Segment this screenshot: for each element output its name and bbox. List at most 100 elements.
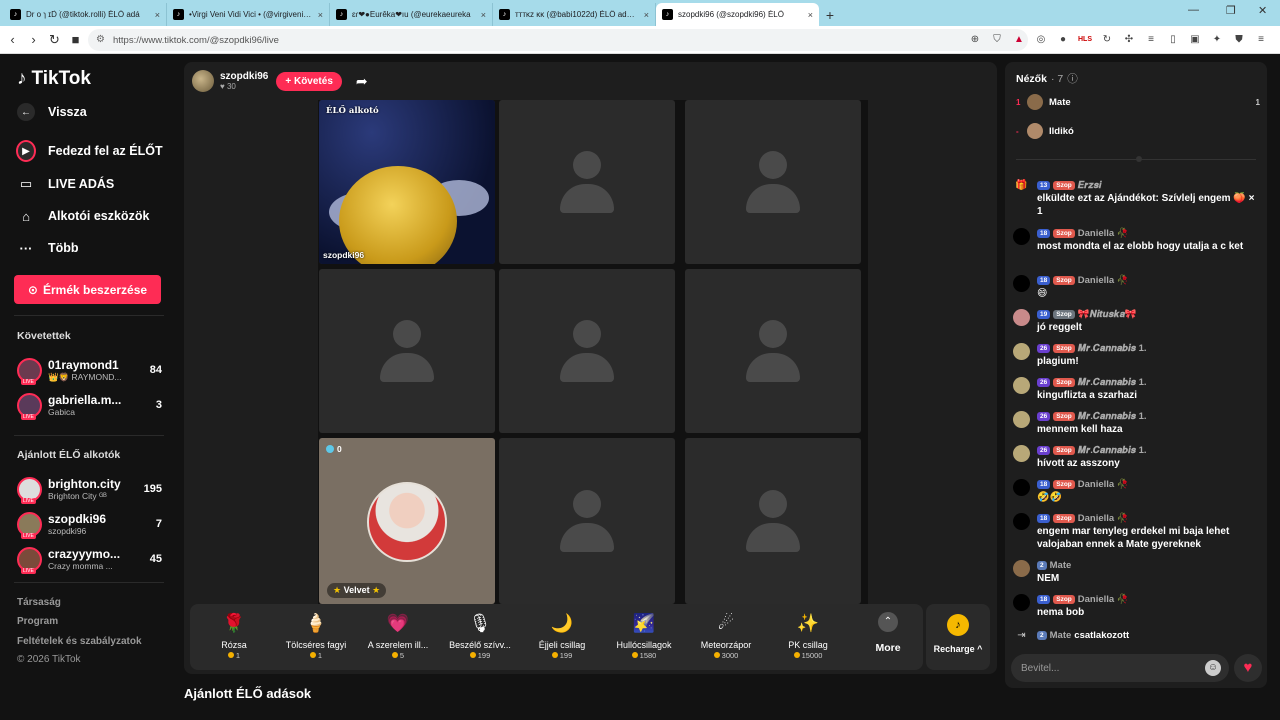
following-user[interactable]: 01raymond1👑🦁 RAYMOND... 84 (17, 355, 162, 385)
browser-tab[interactable]: ♪ •Virgi Veni Vidi Vici • (@virgivenividi… (167, 3, 330, 26)
extension-icon[interactable]: HLS (1078, 32, 1092, 46)
chat-message: 2 Mate NEM (1013, 559, 1259, 585)
chat-message: 26 Szop 𝑴𝒓.𝑪𝒂𝒏𝒏𝒂𝒃𝒊𝒔 1. plagium! (1013, 342, 1259, 368)
extension-icon[interactable]: ↻ (1100, 32, 1114, 46)
recommended-user[interactable]: szopdki96szopdki96 7 (17, 509, 162, 539)
zoom-icon[interactable]: ⊕ (968, 32, 982, 46)
host-video-cell[interactable]: ÉLŐ alkotó szopdki96 (319, 100, 495, 264)
brave-rewards-icon[interactable]: ▲ (1012, 32, 1026, 46)
gift-meteor-shower[interactable]: ☄ Meteorzápor 3000 (686, 610, 766, 660)
close-icon[interactable]: × (155, 10, 160, 20)
nav-explore-live[interactable]: ▶ Fedezd fel az ÉLŐT (16, 140, 163, 162)
gift-night-star[interactable]: 🌙 Éjjeli csillag 199 (522, 610, 602, 660)
playlist-icon[interactable]: ≡ (1144, 32, 1158, 46)
close-window-icon[interactable]: ✕ (1258, 4, 1267, 17)
gift-talking-heart[interactable]: 🎙 Beszélő szívv... 199 (440, 610, 520, 660)
browser-tab[interactable]: ♪ ᴛᴛᴛᴋᴢ ᴋᴋ (@babi1022d) ÉLŐ adásba × (493, 3, 656, 26)
chat-message: 26 Szop 𝑴𝒓.𝑪𝒂𝒏𝒏𝒂𝒃𝒊𝒔 1. mennem kell haza (1013, 410, 1259, 436)
empty-seat[interactable] (499, 269, 675, 433)
host-likes: ♥ 30 (220, 82, 236, 91)
share-icon[interactable]: ➦ (356, 73, 368, 90)
recharge-button[interactable]: ♪ Recharge ^ (926, 604, 990, 670)
browser-tab-active[interactable]: ♪ szopdki96 (@szopdki96) ÉLŐ × (656, 3, 819, 26)
join-notice: ⇥ 2 Mate csatlakozott (1013, 629, 1259, 647)
close-icon[interactable]: × (481, 10, 486, 20)
nav-more[interactable]: ··· Több (16, 238, 79, 258)
recommended-user[interactable]: crazyyymo...Crazy momma ... 45 (17, 544, 162, 574)
sidebar-icon[interactable]: ▯ (1166, 32, 1180, 46)
like-heart-button[interactable]: ♥ (1234, 654, 1262, 682)
avatar (1027, 94, 1043, 110)
close-icon[interactable]: × (808, 10, 813, 20)
empty-seat[interactable] (685, 269, 861, 433)
nav-live-broadcast[interactable]: ▭ LIVE ADÁS (16, 174, 114, 194)
tiktok-logo[interactable]: ♪ TikTok (17, 68, 91, 90)
viewer-row[interactable]: 1 Mate 1 (1016, 93, 1260, 111)
info-icon[interactable]: ⓘ (1067, 71, 1078, 86)
chevron-up-icon: ⌃ (878, 612, 898, 632)
get-coins-button[interactable]: ⊙ Érmék beszerzése (14, 275, 161, 304)
chat-message: 18 Szop Daniella 🥀 😄 (1013, 274, 1259, 300)
ai-icon[interactable]: ✦ (1210, 32, 1224, 46)
extension-icon[interactable]: ◎ (1034, 32, 1048, 46)
gift-love-perfume[interactable]: 💗 A szerelem ill... 5 (358, 610, 438, 660)
site-info-icon[interactable]: ⚙ (96, 34, 105, 45)
chat-input[interactable]: Bevitel... ☺ (1011, 654, 1229, 682)
guest-video-cell[interactable]: 0 ★ Velvet ★ (319, 438, 495, 604)
host-cell-name: szopdki96 (323, 250, 365, 260)
back-link[interactable]: ← Vissza (16, 102, 87, 122)
back-arrow-icon[interactable]: ‹ (2, 29, 23, 51)
brave-shield-icon[interactable]: ⛉ (990, 32, 1004, 46)
following-heading: Követettek (17, 330, 71, 342)
recommended-user[interactable]: brighton.cityBrighton City ᴳᴮ 195 (17, 474, 162, 504)
tiktok-note-icon: ♪ (17, 68, 27, 89)
reload-icon[interactable]: ↻ (44, 29, 65, 51)
recommended-heading: Ajánlott ÉLŐ alkotók (17, 449, 121, 461)
vpn-icon[interactable]: ⛊ (1232, 32, 1246, 46)
puzzle-icon[interactable]: ✣ (1122, 32, 1136, 46)
gift-ice-cream[interactable]: 🍦 Tölcséres fagyi 1 (276, 610, 356, 660)
empty-seat[interactable] (685, 100, 861, 264)
avatar (1013, 343, 1030, 360)
more-gifts-button[interactable]: ⌃ More (858, 612, 918, 654)
chat-message: 18 Szop Daniella 🥀 🤣🤣 (1013, 478, 1259, 504)
gift-rose[interactable]: 🌹 Rózsa 1 (194, 610, 274, 660)
empty-seat[interactable] (685, 438, 861, 604)
close-icon[interactable]: × (644, 10, 649, 20)
avatar (17, 476, 42, 504)
gift-pk-star[interactable]: ✨ PK csillag 15000 (768, 610, 848, 660)
follow-button[interactable]: + Követés (276, 71, 342, 91)
close-icon[interactable]: × (318, 10, 323, 20)
nav-creator-tools[interactable]: ⌂ Alkotói eszközök (16, 206, 149, 226)
footer-link-program[interactable]: Program (17, 616, 58, 627)
empty-seat[interactable] (499, 438, 675, 604)
menu-icon[interactable]: ≡ (1254, 32, 1268, 46)
following-user[interactable]: gabriella.m...Gabica 3 (17, 390, 162, 420)
browser-tab[interactable]: ♪ Dr o ɿ ɪD͡ (@tiktok.rolli) ÉLŐ adá × (4, 3, 167, 26)
viewer-row[interactable]: - Ildikó (1016, 122, 1260, 140)
host-avatar[interactable] (192, 70, 214, 92)
gift-shooting-stars[interactable]: 🌠 Hullócsillagok 1580 (604, 610, 684, 660)
shooting-star-icon: 🌠 (632, 613, 656, 633)
maximize-icon[interactable]: ❐ (1226, 4, 1236, 17)
chat-message: 26 Szop 𝑴𝒓.𝑪𝒂𝒏𝒏𝒂𝒃𝒊𝒔 1. kinguflizta a szarha… (1013, 376, 1259, 402)
host-bar: szopdki96 ♥ 30 + Követés ➦ (192, 70, 368, 92)
extension-icon[interactable]: ● (1056, 32, 1070, 46)
emoji-icon[interactable]: ☺ (1205, 660, 1221, 676)
left-sidebar: ♪ TikTok ← Vissza ▶ Fedezd fel az ÉLŐT ▭ LIV… (0, 54, 176, 720)
url-field[interactable]: ⚙ https://www.tiktok.com/@szopdki96/live (88, 29, 1028, 51)
empty-seat[interactable] (499, 100, 675, 264)
footer-link-company[interactable]: Társaság (17, 597, 61, 608)
empty-seat[interactable] (319, 269, 495, 433)
rose-icon: 🌹 (222, 613, 246, 633)
bookmark-icon[interactable]: ■ (65, 29, 86, 51)
minimize-icon[interactable]: — (1188, 4, 1199, 16)
wallet-icon[interactable]: ▣ (1188, 32, 1202, 46)
guest-score: 0 (326, 444, 342, 454)
footer-link-terms[interactable]: Feltételek és szabályzatok (17, 636, 142, 647)
new-tab-button[interactable]: + (819, 3, 841, 26)
avatar (17, 511, 42, 539)
forward-arrow-icon[interactable]: › (23, 29, 44, 51)
browser-tab[interactable]: ♪ ɛɾ❤●Eurêka❤ıu (@eurekaeureka × (330, 3, 493, 26)
host-name[interactable]: szopdki96 (220, 71, 268, 82)
